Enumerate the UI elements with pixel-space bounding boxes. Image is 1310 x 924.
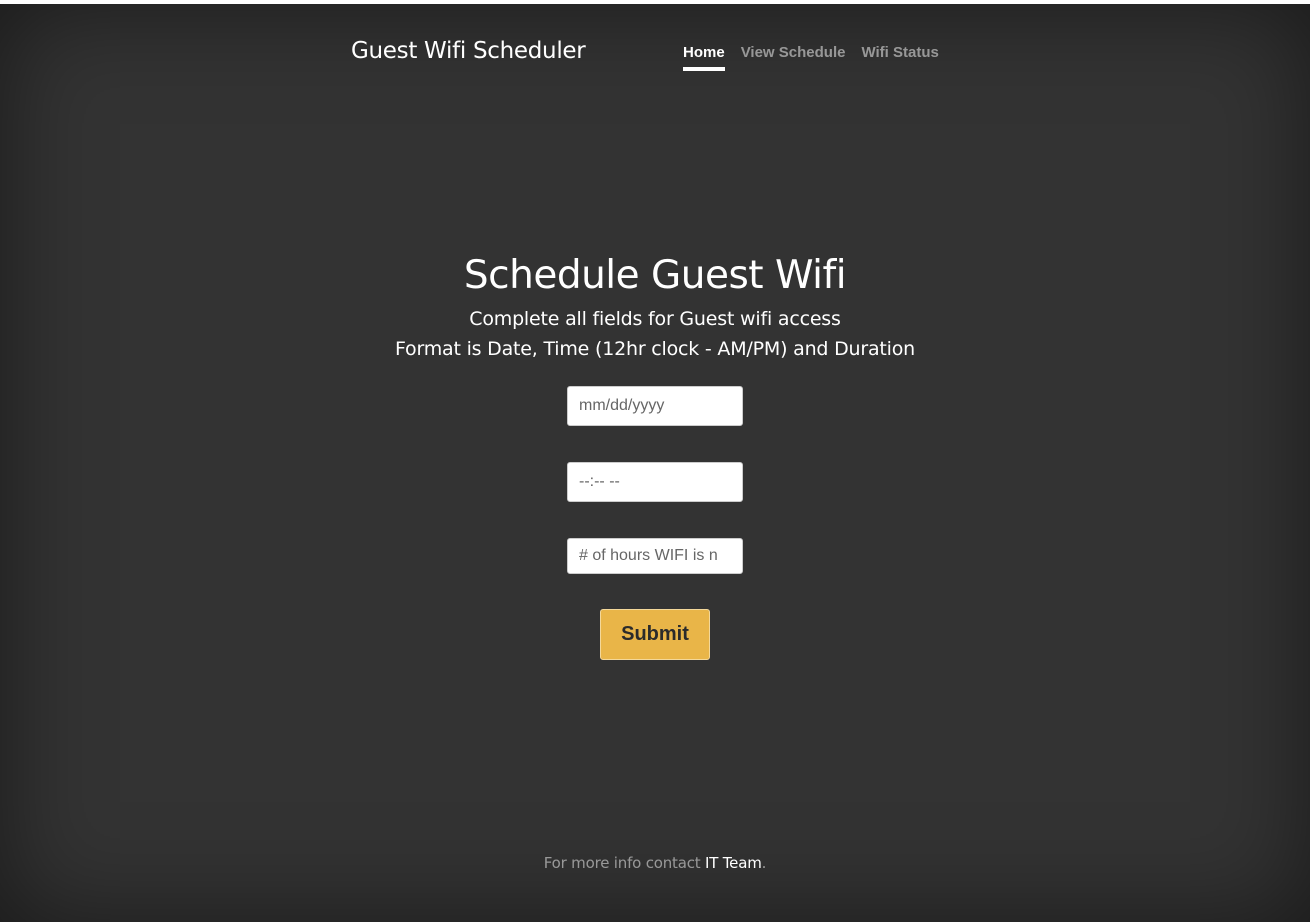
lead-line-2: Format is Date, Time (12hr clock - AM/PM…: [394, 338, 916, 360]
date-input[interactable]: [567, 386, 743, 426]
footer-period: .: [761, 854, 767, 872]
nav-view-schedule[interactable]: View Schedule: [741, 44, 846, 71]
it-team-link[interactable]: IT Team: [705, 854, 762, 872]
time-input[interactable]: [567, 462, 743, 502]
page-title: Schedule Guest Wifi: [463, 253, 847, 298]
nav-wifi-status[interactable]: Wifi Status: [861, 44, 938, 71]
page-viewport: Guest Wifi Scheduler Home View Schedule …: [0, 4, 1310, 922]
hours-input[interactable]: [567, 538, 743, 574]
footer-text: For more info contact: [543, 854, 706, 872]
masthead-brand: Guest Wifi Scheduler: [351, 38, 586, 64]
schedule-form: [567, 386, 743, 574]
submit-button[interactable]: Submit: [600, 609, 710, 660]
footer: For more info contact IT Team.: [0, 854, 1310, 872]
cover-section: Schedule Guest Wifi Complete all fields …: [0, 248, 1310, 364]
main-nav: Home View Schedule Wifi Status: [683, 44, 939, 71]
lead-line-1: Complete all fields for Guest wifi acces…: [469, 308, 841, 330]
nav-home[interactable]: Home: [683, 44, 725, 71]
